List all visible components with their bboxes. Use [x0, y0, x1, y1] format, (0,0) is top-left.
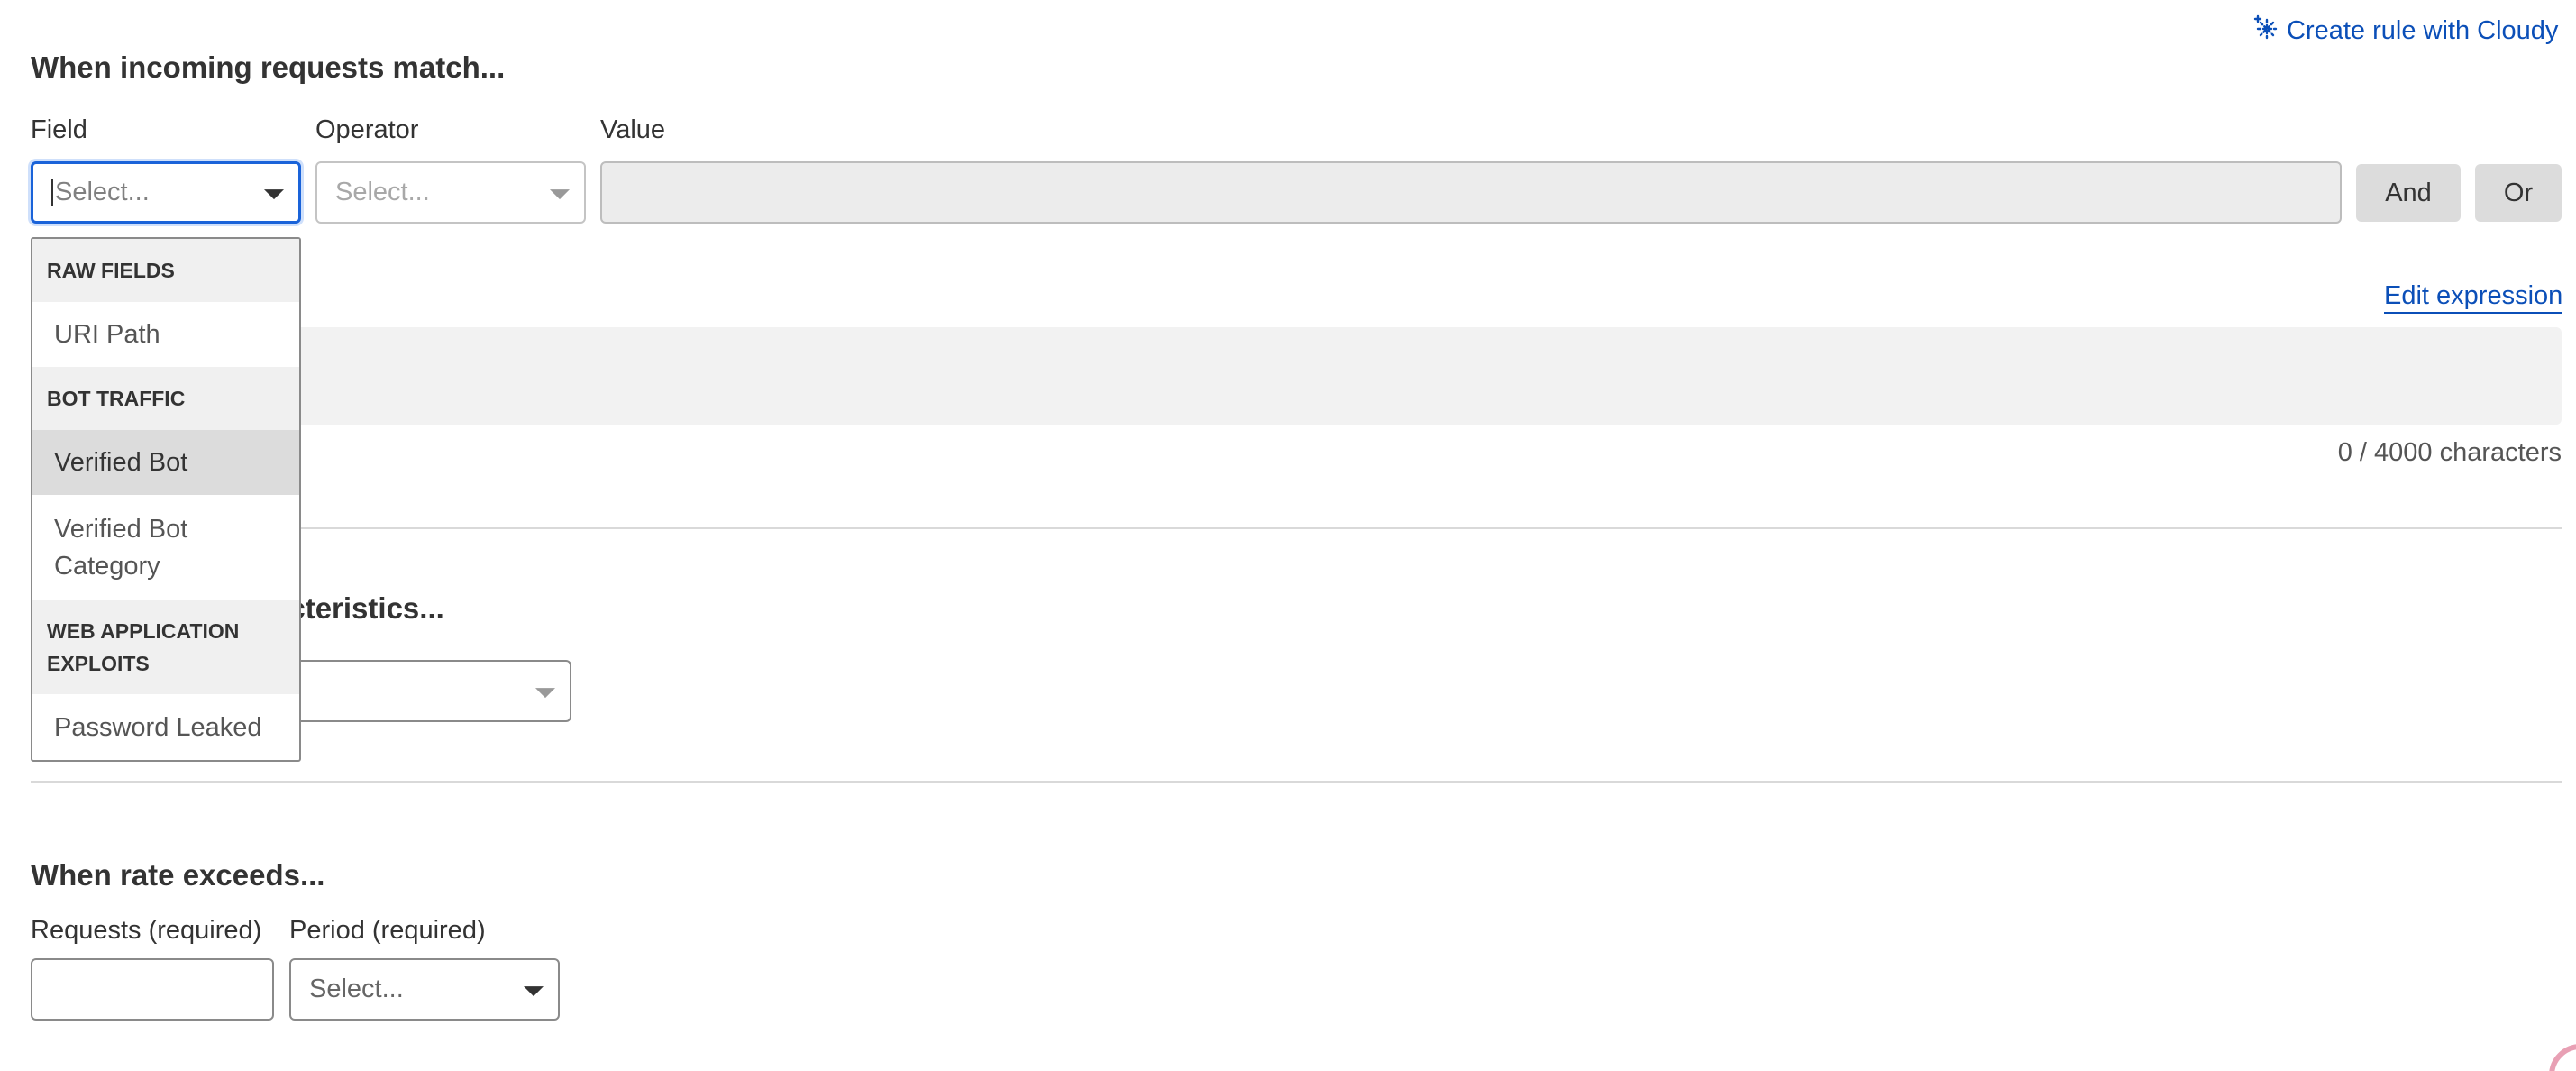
dropdown-option-password-leaked[interactable]: Password Leaked [32, 694, 299, 760]
dropdown-option-verified-bot[interactable]: Verified Bot [32, 430, 299, 495]
chat-widget-icon[interactable] [2549, 1044, 2576, 1071]
chevron-down-icon [264, 188, 284, 199]
text-cursor [51, 178, 53, 206]
expression-preview[interactable] [31, 327, 2562, 425]
operator-select-placeholder: Select... [335, 178, 430, 206]
dropdown-group-header: WEB APPLICATION EXPLOITS [32, 600, 299, 694]
dropdown-group-header: RAW FIELDS [32, 239, 299, 302]
and-button[interactable]: And [2356, 164, 2461, 222]
edit-expression-link[interactable]: Edit expression [2384, 279, 2563, 314]
requests-label: Requests (required) [31, 916, 262, 945]
chevron-down-icon [524, 985, 544, 996]
field-select[interactable]: Select... [31, 161, 301, 224]
section-divider [31, 527, 2562, 529]
section-divider [31, 781, 2562, 783]
or-button[interactable]: Or [2475, 164, 2562, 222]
value-input[interactable] [600, 161, 2342, 224]
create-rule-with-cloudy-link[interactable]: Create rule with Cloudy [2249, 14, 2558, 47]
chevron-down-icon [535, 687, 555, 698]
dropdown-option-verified-bot-category[interactable]: Verified Bot Category [32, 495, 299, 600]
period-select-placeholder: Select... [309, 975, 404, 1003]
rate-section-title: When rate exceeds... [31, 858, 325, 892]
field-label: Field [31, 115, 87, 144]
field-select-placeholder: Select... [55, 178, 150, 206]
period-label: Period (required) [289, 916, 486, 945]
field-dropdown-menu: RAW FIELDS URI Path BOT TRAFFIC Verified… [31, 237, 301, 762]
chevron-down-icon [550, 188, 570, 199]
dropdown-group-header: BOT TRAFFIC [32, 367, 299, 430]
operator-label: Operator [315, 115, 419, 144]
match-section-title: When incoming requests match... [31, 50, 506, 84]
period-select[interactable]: Select... [289, 958, 560, 1021]
operator-select[interactable]: Select... [315, 161, 586, 224]
cloudy-link-label: Create rule with Cloudy [2287, 15, 2559, 45]
dropdown-option-uri-path[interactable]: URI Path [32, 302, 299, 367]
sparkle-icon [2249, 13, 2278, 49]
value-label: Value [600, 115, 666, 144]
requests-input[interactable] [31, 958, 274, 1021]
character-count: 0 / 4000 characters [2337, 438, 2562, 467]
